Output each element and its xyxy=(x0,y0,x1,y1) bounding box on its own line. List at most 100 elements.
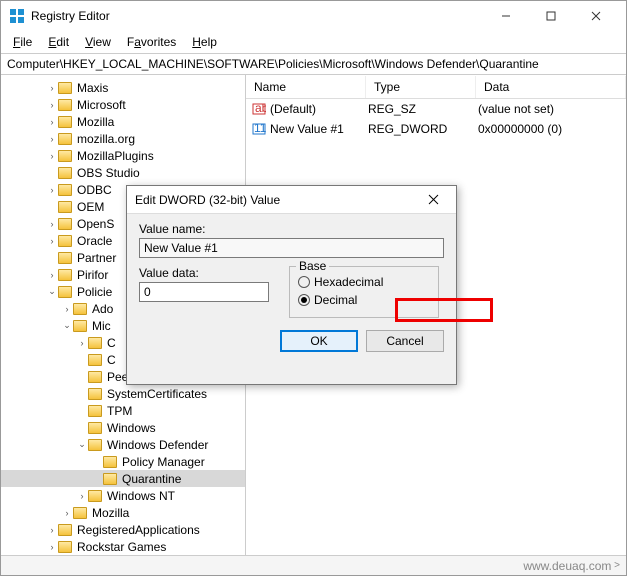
chevron-right-icon[interactable]: › xyxy=(61,508,73,518)
tree-item[interactable]: Policy Manager xyxy=(1,453,245,470)
menu-help[interactable]: Help xyxy=(186,33,223,51)
header-data[interactable]: Data xyxy=(476,76,626,98)
tree-item[interactable]: OBS Studio xyxy=(1,164,245,181)
base-legend: Base xyxy=(296,259,329,273)
folder-icon xyxy=(58,167,72,179)
chevron-right-icon[interactable]: › xyxy=(46,270,58,280)
dec-label: Decimal xyxy=(314,293,357,307)
address-path: Computer\HKEY_LOCAL_MACHINE\SOFTWARE\Pol… xyxy=(7,57,539,71)
tree-item[interactable]: ›Microsoft xyxy=(1,96,245,113)
edit-dword-dialog: Edit DWORD (32-bit) Value Value name: Va… xyxy=(126,185,457,385)
list-row[interactable]: 110New Value #1REG_DWORD0x00000000 (0) xyxy=(246,119,626,139)
chevron-right-icon[interactable]: › xyxy=(46,185,58,195)
chevron-right-icon[interactable]: › xyxy=(46,219,58,229)
tree-item[interactable]: Quarantine xyxy=(1,470,245,487)
registry-editor-window: Registry Editor File Edit View Favorites… xyxy=(0,0,627,576)
tree-item-label: Windows NT xyxy=(105,489,177,503)
tree-item[interactable]: Windows xyxy=(1,419,245,436)
folder-icon xyxy=(58,269,72,281)
header-type[interactable]: Type xyxy=(366,76,476,98)
tree-item[interactable]: SystemCertificates xyxy=(1,385,245,402)
value-data-input[interactable] xyxy=(139,282,269,302)
tree-item-label: Windows xyxy=(105,421,158,435)
tree-item-label: C xyxy=(105,353,118,367)
tree-item-label: Rockstar Games xyxy=(75,540,168,554)
folder-icon xyxy=(88,337,102,349)
chevron-down-icon[interactable]: ⌄ xyxy=(46,286,58,297)
app-icon xyxy=(9,8,25,24)
chevron-right-icon[interactable]: › xyxy=(46,151,58,161)
value-data: (value not set) xyxy=(476,100,626,118)
chevron-right-icon[interactable]: › xyxy=(46,525,58,535)
folder-icon xyxy=(58,99,72,111)
header-name[interactable]: Name xyxy=(246,76,366,98)
folder-icon xyxy=(88,354,102,366)
close-button[interactable] xyxy=(573,2,618,30)
folder-icon xyxy=(88,490,102,502)
folder-icon xyxy=(88,405,102,417)
chevron-right-icon: > xyxy=(611,560,620,571)
folder-icon xyxy=(58,150,72,162)
maximize-button[interactable] xyxy=(528,2,573,30)
chevron-right-icon[interactable]: › xyxy=(76,338,88,348)
tree-item[interactable]: ›mozilla.org xyxy=(1,130,245,147)
dialog-buttons: OK Cancel xyxy=(139,330,444,352)
folder-icon xyxy=(58,286,72,298)
address-bar[interactable]: Computer\HKEY_LOCAL_MACHINE\SOFTWARE\Pol… xyxy=(1,53,626,75)
folder-icon xyxy=(103,473,117,485)
chevron-right-icon[interactable]: › xyxy=(46,134,58,144)
titlebar: Registry Editor xyxy=(1,1,626,31)
string-value-icon: ab xyxy=(252,102,266,116)
chevron-right-icon[interactable]: › xyxy=(61,304,73,314)
tree-item-label: RegisteredApplications xyxy=(75,523,202,537)
tree-item[interactable]: ›MozillaPlugins xyxy=(1,147,245,164)
tree-item-label: OpenS xyxy=(75,217,116,231)
chevron-down-icon[interactable]: ⌄ xyxy=(76,439,88,450)
dialog-title: Edit DWORD (32-bit) Value xyxy=(135,193,418,207)
menubar: File Edit View Favorites Help xyxy=(1,31,626,53)
tree-item[interactable]: › Rockstar Games xyxy=(1,538,245,555)
value-type: REG_DWORD xyxy=(366,120,476,138)
folder-icon xyxy=(88,371,102,383)
folder-icon xyxy=(58,116,72,128)
chevron-right-icon[interactable]: › xyxy=(46,100,58,110)
tree-item-label: Partner xyxy=(75,251,118,265)
menu-file[interactable]: File xyxy=(7,33,38,51)
chevron-right-icon[interactable]: › xyxy=(76,491,88,501)
dialog-close-button[interactable] xyxy=(418,192,448,208)
tree-item-label: Pirifor xyxy=(75,268,110,282)
folder-icon xyxy=(103,456,117,468)
menu-view[interactable]: View xyxy=(79,33,117,51)
chevron-right-icon[interactable]: › xyxy=(46,542,58,552)
chevron-down-icon[interactable]: ⌄ xyxy=(61,320,73,331)
tree-item[interactable]: TPM xyxy=(1,402,245,419)
window-title: Registry Editor xyxy=(31,9,483,23)
list-row[interactable]: ab(Default)REG_SZ(value not set) xyxy=(246,99,626,119)
menu-favorites[interactable]: Favorites xyxy=(121,33,182,51)
folder-icon xyxy=(58,133,72,145)
folder-icon xyxy=(58,235,72,247)
menu-edit[interactable]: Edit xyxy=(42,33,75,51)
tree-item[interactable]: › RegisteredApplications xyxy=(1,521,245,538)
tree-item-label: Policie xyxy=(75,285,114,299)
svg-text:ab: ab xyxy=(255,102,266,115)
minimize-button[interactable] xyxy=(483,2,528,30)
cancel-button[interactable]: Cancel xyxy=(366,330,444,352)
tree-item[interactable]: ⌄Windows Defender xyxy=(1,436,245,453)
chevron-right-icon[interactable]: › xyxy=(46,83,58,93)
chevron-right-icon[interactable]: › xyxy=(46,236,58,246)
value-type: REG_SZ xyxy=(366,100,476,118)
ok-button[interactable]: OK xyxy=(280,330,358,352)
tree-item[interactable]: ›Mozilla xyxy=(1,113,245,130)
dword-value-icon: 110 xyxy=(252,122,266,136)
folder-icon xyxy=(58,201,72,213)
tree-item[interactable]: ›Maxis xyxy=(1,79,245,96)
attribution-text: www.deuaq.com xyxy=(523,559,611,573)
chevron-right-icon[interactable]: › xyxy=(46,117,58,127)
tree-item[interactable]: ›Mozilla xyxy=(1,504,245,521)
folder-icon xyxy=(58,82,72,94)
tree-item[interactable]: › Windows NT xyxy=(1,487,245,504)
folder-icon xyxy=(58,184,72,196)
folder-icon xyxy=(58,524,72,536)
radio-hexadecimal[interactable]: Hexadecimal xyxy=(298,273,430,291)
